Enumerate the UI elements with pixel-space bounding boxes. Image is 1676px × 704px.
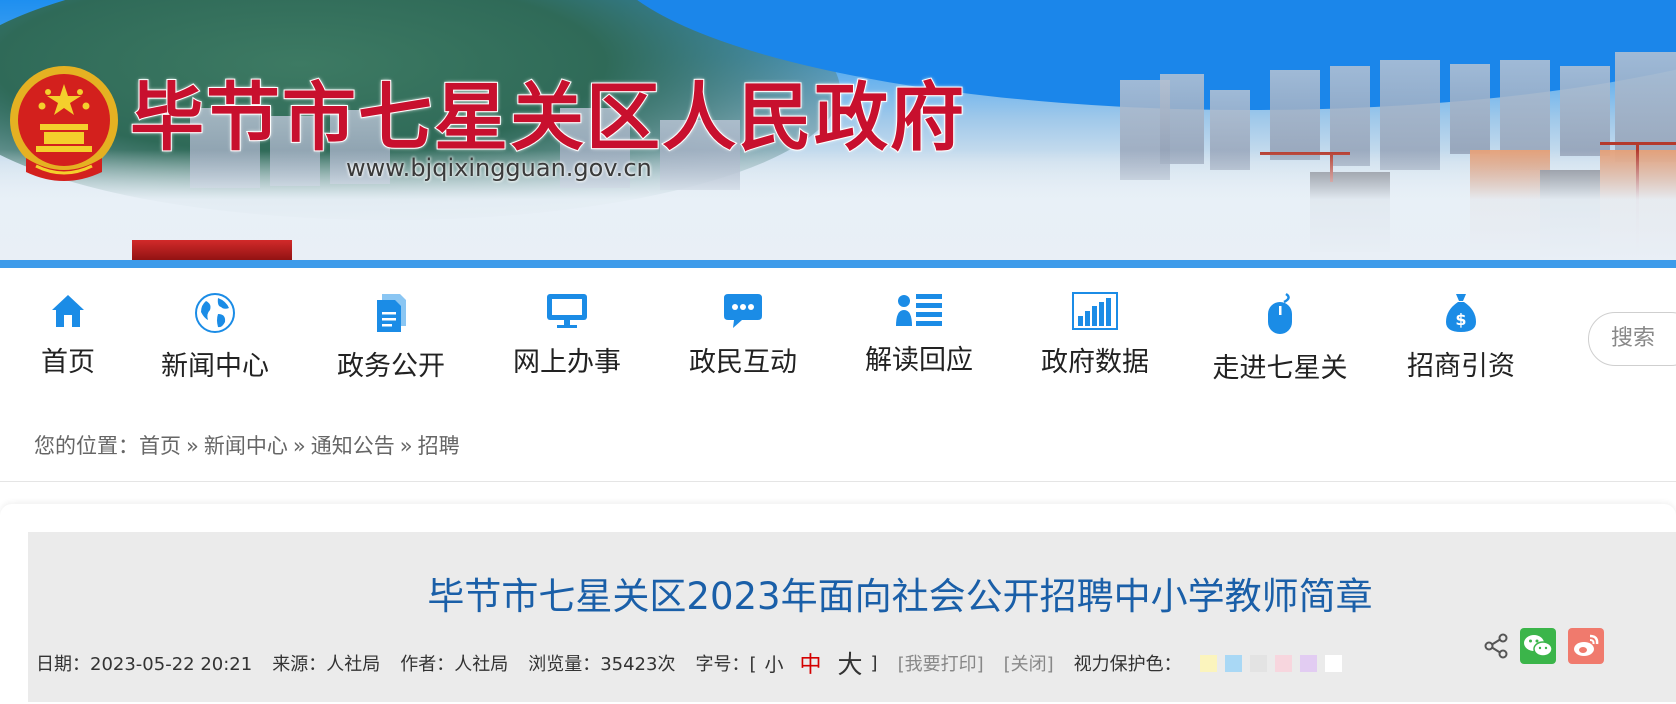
weibo-icon[interactable]: [1568, 628, 1604, 664]
money-bag-icon: $: [1446, 294, 1476, 332]
monitor-icon: [547, 294, 587, 328]
font-size-large-button[interactable]: 大: [838, 645, 863, 681]
close-button[interactable]: [关闭]: [1004, 650, 1054, 676]
nav-label: 政务公开: [337, 351, 445, 382]
bar-chart-icon: [1072, 292, 1118, 330]
font-size-small-button[interactable]: 小: [765, 650, 784, 677]
eye-color-swatch-blue[interactable]: [1224, 654, 1242, 672]
breadcrumb-prefix: 您的位置：: [34, 434, 139, 458]
article-title: 毕节市七星关区2023年面向社会公开招聘中小学教师简章: [427, 575, 1373, 618]
nav-label: 解读回应: [865, 345, 973, 376]
site-title: 毕节市七星关区人民政府: [129, 74, 966, 162]
eye-protection-label: 视力保护色：: [1073, 654, 1182, 675]
breadcrumb-home[interactable]: 首页: [139, 434, 181, 458]
breadcrumb-recruitment[interactable]: 招聘: [418, 434, 460, 458]
home-icon: [52, 295, 84, 327]
red-building: [132, 240, 292, 262]
share-bar: [1484, 628, 1616, 664]
person-list-icon: [896, 294, 942, 326]
nav-item-news-center[interactable]: 新闻中心: [150, 268, 280, 398]
national-emblem-icon: [10, 66, 118, 181]
main-nav: 首页 新闻中心 政务公开 网上办事 政民互动 解读回应 政府数据 走进七星关 $…: [0, 268, 1676, 398]
nav-item-gov-affairs[interactable]: 政务公开: [326, 268, 456, 398]
header-banner: 毕节市七星关区人民政府 www.bjqixingguan.gov.cn: [0, 0, 1676, 262]
nav-item-gov-data[interactable]: 政府数据: [1030, 268, 1160, 398]
nav-label: 政府数据: [1041, 347, 1149, 378]
print-button[interactable]: [我要打印]: [898, 650, 984, 676]
nav-label: 走进七星关: [1212, 353, 1348, 384]
site-url: www.bjqixingguan.gov.cn: [346, 154, 652, 182]
nav-item-online-services[interactable]: 网上办事: [502, 268, 632, 398]
breadcrumb-news-center[interactable]: 新闻中心: [204, 434, 288, 458]
svg-text:$: $: [1455, 310, 1466, 329]
banner-divider: [0, 260, 1676, 268]
nav-item-home[interactable]: 首页: [20, 268, 116, 398]
article-source: 来源：人社局: [272, 654, 381, 675]
nav-item-investment[interactable]: $ 招商引资: [1396, 268, 1526, 398]
article-author: 作者：人社局: [400, 654, 509, 675]
document-icon: [377, 294, 406, 332]
eye-color-swatch-yellow[interactable]: [1199, 654, 1217, 672]
eye-color-swatch-purple[interactable]: [1299, 654, 1317, 672]
mouse-icon: [1268, 292, 1292, 334]
eye-color-swatch-pink[interactable]: [1274, 654, 1292, 672]
nav-item-public-interaction[interactable]: 政民互动: [678, 268, 808, 398]
share-icon[interactable]: [1484, 633, 1508, 659]
nav-item-explore-qixingguan[interactable]: 走进七星关: [1206, 268, 1354, 398]
breadcrumb-separator: »: [399, 434, 413, 458]
font-size-label: 字号：[: [695, 654, 757, 675]
globe-icon: [195, 293, 235, 333]
search-input[interactable]: [1589, 313, 1676, 363]
article-views: 浏览量：35423次: [528, 654, 676, 675]
breadcrumb-bar: 您的位置：首页» 新闻中心» 通知公告» 招聘: [0, 398, 1676, 482]
font-size-close-bracket: ]: [870, 652, 878, 674]
breadcrumb-separator: »: [186, 434, 199, 458]
wechat-icon[interactable]: [1520, 628, 1556, 664]
nav-label: 招商引资: [1407, 351, 1515, 382]
font-size-medium-button[interactable]: 中: [800, 647, 822, 679]
search-box[interactable]: [1588, 312, 1676, 366]
eye-color-swatch-grey[interactable]: [1249, 654, 1267, 672]
article-date: 日期：2023-05-22 20:21: [36, 654, 253, 675]
breadcrumb-separator: »: [292, 434, 306, 458]
article-meta: 日期：2023-05-22 20:21 来源：人社局 作者：人社局 浏览量：35…: [36, 645, 1350, 681]
nav-label: 新闻中心: [161, 351, 269, 382]
breadcrumb: 您的位置：首页» 新闻中心» 通知公告» 招聘: [34, 430, 460, 460]
nav-label: 首页: [41, 347, 95, 378]
nav-item-interpretation[interactable]: 解读回应: [854, 268, 984, 398]
eye-color-swatch-white[interactable]: [1324, 654, 1342, 672]
chat-bubble-icon: [724, 294, 762, 328]
breadcrumb-notices[interactable]: 通知公告: [311, 434, 395, 458]
nav-label: 网上办事: [513, 347, 621, 378]
nav-label: 政民互动: [689, 347, 797, 378]
